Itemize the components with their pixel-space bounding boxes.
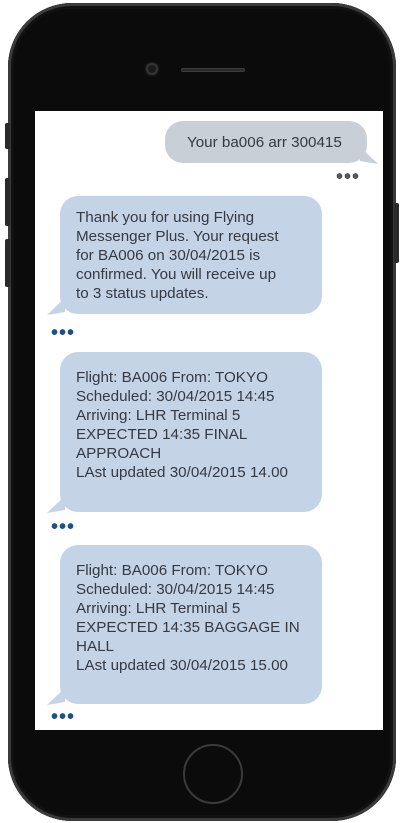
volume-up-button xyxy=(5,178,10,226)
earpiece-speaker xyxy=(181,68,245,72)
power-button xyxy=(394,203,399,263)
typing-indicator-outgoing: ••• xyxy=(336,166,361,188)
incoming-message-bubble: Flight: BA006 From: TOKYO Scheduled: 30/… xyxy=(60,545,322,704)
front-camera-icon xyxy=(146,63,158,75)
volume-down-button xyxy=(5,239,10,287)
incoming-message-bubble: Thank you for using Flying Messenger Plu… xyxy=(60,196,322,314)
typing-indicator-incoming: ••• xyxy=(51,322,76,344)
outgoing-message-text: Your ba006 arr 300415 xyxy=(187,134,342,151)
outgoing-message-bubble: Your ba006 arr 300415 xyxy=(165,121,367,163)
home-button[interactable] xyxy=(183,744,243,804)
incoming-message-bubble: Flight: BA006 From: TOKYO Scheduled: 30/… xyxy=(60,352,322,512)
incoming-message-text: Flight: BA006 From: TOKYO Scheduled: 30/… xyxy=(76,369,288,481)
typing-indicator-incoming: ••• xyxy=(51,706,76,728)
incoming-message-text: Thank you for using Flying Messenger Plu… xyxy=(76,209,279,302)
message-thread[interactable]: Your ba006 arr 300415 ••• Thank you for … xyxy=(35,111,383,730)
mute-switch xyxy=(5,123,10,149)
incoming-message-text: Flight: BA006 From: TOKYO Scheduled: 30/… xyxy=(76,562,300,674)
typing-indicator-incoming: ••• xyxy=(51,516,76,538)
